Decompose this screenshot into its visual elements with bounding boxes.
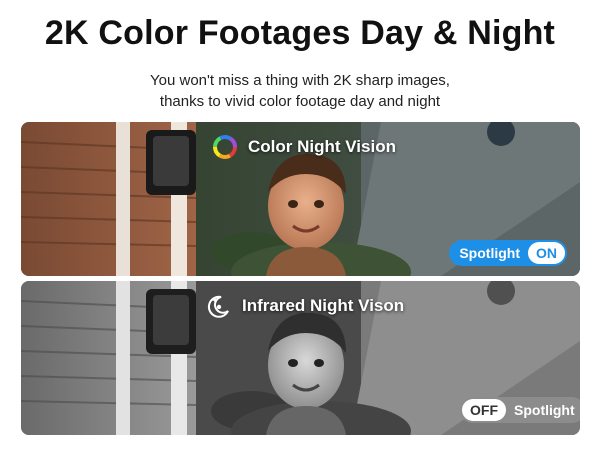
page-title: 2K Color Footages Day & Night (44, 14, 556, 52)
subtitle-line-2: thanks to vivid color footage day and ni… (159, 93, 441, 110)
spotlight-toggle-off[interactable]: OFF Spotlight (460, 397, 580, 423)
spotlight-label: Spotlight (459, 245, 520, 261)
color-night-vision-panel: Color Night Vision Spotlight ON (21, 122, 580, 276)
infrared-night-vision-panel: Infrared Night Vison OFF Spotlight (21, 281, 580, 435)
infrared-night-vision-label: Infrared Night Vison (242, 296, 405, 315)
page-subtitle: You won't miss a thing with 2K sharp ima… (0, 70, 600, 112)
color-night-vision-title: Color Night Vision (212, 134, 396, 160)
toggle-state-off: OFF (462, 399, 506, 421)
color-night-vision-label: Color Night Vision (248, 137, 396, 156)
infrared-night-vision-title: Infrared Night Vison (206, 293, 404, 319)
color-wheel-icon (212, 134, 238, 160)
toggle-state-on: ON (528, 242, 565, 264)
infrared-moon-icon (206, 293, 232, 319)
subtitle-line-1: You won't miss a thing with 2K sharp ima… (150, 72, 450, 89)
spotlight-toggle-on[interactable]: Spotlight ON (449, 240, 567, 266)
spotlight-label: Spotlight (514, 402, 575, 418)
